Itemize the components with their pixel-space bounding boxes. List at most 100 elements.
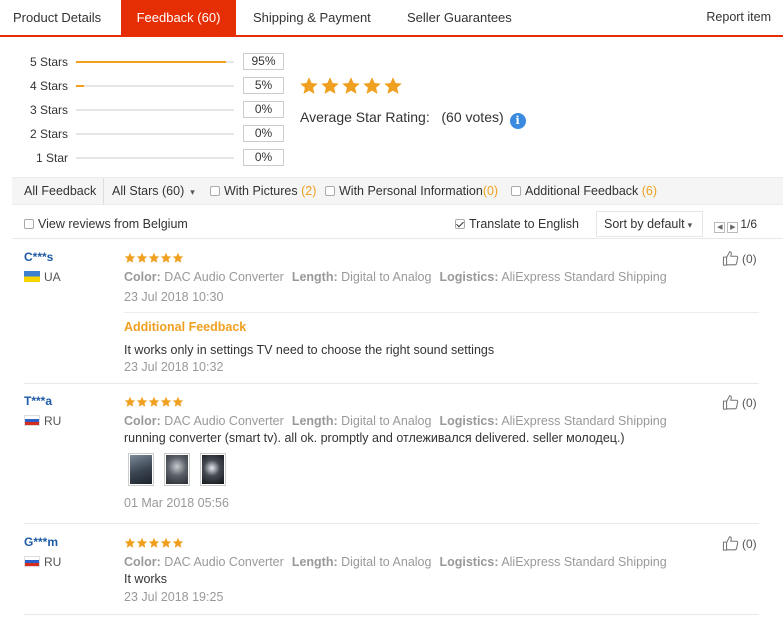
length-attr-label: Length: — [291, 270, 338, 284]
prev-page-icon[interactable]: ◀ — [714, 222, 726, 233]
star-icon — [148, 537, 160, 549]
with-pictures-label: With Pictures — [224, 184, 298, 198]
reviewer-country: RU — [24, 414, 61, 428]
color-attr-label: Color: — [124, 270, 161, 284]
next-page-icon[interactable]: ▶ — [727, 222, 739, 233]
helpful-button[interactable]: (0) — [722, 394, 757, 410]
translate-option[interactable]: Translate to English — [455, 210, 579, 238]
rating-label: 1 Star — [35, 151, 68, 165]
review-item: C***s UA Color: DAC Audio Converter Lengt… — [24, 250, 759, 380]
feedback-filter-bar: All Feedback All Stars (60) ▾ With Pictur… — [12, 177, 783, 205]
length-attr-label: Length: — [291, 555, 338, 569]
helpful-count: (0) — [742, 537, 757, 551]
checkbox[interactable] — [325, 186, 335, 196]
star-icon — [124, 252, 136, 264]
length-attr-value: Digital to Analog — [341, 270, 432, 284]
additional-feedback-text: It works only in settings TV need to cho… — [124, 343, 495, 357]
tab-feedback[interactable]: Feedback (60) — [121, 0, 236, 35]
tab-shipping-payment[interactable]: Shipping & Payment — [253, 0, 371, 35]
rating-label: 3 Stars — [29, 103, 68, 117]
additional-feedback-filter[interactable]: Additional Feedback (6) — [511, 178, 657, 204]
star-icon — [299, 76, 319, 96]
review-photo-thumbnail[interactable] — [128, 453, 154, 486]
country-code: UA — [44, 270, 61, 284]
checkbox-checked[interactable] — [455, 219, 465, 229]
star-icon — [160, 537, 172, 549]
rating-label: 5 Stars — [29, 55, 68, 69]
chevron-down-icon: ▾ — [190, 187, 195, 197]
color-attr-value: DAC Audio Converter — [164, 270, 284, 284]
star-icon — [341, 76, 361, 96]
star-icon — [124, 396, 136, 408]
logistics-attr-label: Logistics: — [439, 414, 499, 428]
rating-row[interactable]: 3 Stars 0% — [0, 100, 300, 120]
color-attr-label: Color: — [124, 414, 161, 428]
length-attr-label: Length: — [291, 414, 338, 428]
star-icon — [320, 76, 340, 96]
with-pictures-filter[interactable]: With Pictures (2) — [210, 178, 316, 204]
rating-percent: 0% — [243, 125, 284, 142]
all-stars-dropdown[interactable]: All Stars (60) ▾ — [103, 178, 195, 205]
star-icon — [160, 252, 172, 264]
sort-label: Sort by default — [604, 217, 685, 231]
rating-row[interactable]: 1 Star 0% — [0, 148, 300, 168]
average-rating: Average Star Rating: (60 votes) i — [300, 108, 526, 129]
russia-flag-icon — [24, 556, 40, 567]
star-icon — [172, 396, 184, 408]
view-belgium-option[interactable]: View reviews from Belgium — [24, 210, 188, 238]
rating-percent: 95% — [243, 53, 284, 70]
color-attr-label: Color: — [124, 555, 161, 569]
tab-bar: Product Details Feedback (60) Shipping &… — [0, 0, 783, 37]
star-icon — [172, 537, 184, 549]
star-icon — [136, 396, 148, 408]
review-photos — [124, 453, 244, 488]
sort-dropdown[interactable]: Sort by default ▾ — [596, 211, 703, 237]
checkbox[interactable] — [24, 219, 34, 229]
tab-seller-guarantees[interactable]: Seller Guarantees — [407, 0, 512, 35]
rating-row[interactable]: 4 Stars 5% — [0, 76, 300, 96]
review-attributes: Color: DAC Audio Converter Length: Digita… — [124, 555, 667, 569]
review-stars — [124, 252, 184, 264]
report-item-link[interactable]: Report item — [706, 0, 771, 35]
reviewer-name[interactable]: T***a — [24, 394, 52, 408]
reviewer-country: UA — [24, 270, 61, 284]
star-icon — [383, 76, 403, 96]
helpful-button[interactable]: (0) — [722, 535, 757, 551]
additional-feedback-count: (6) — [641, 184, 658, 198]
info-icon[interactable]: i — [509, 113, 526, 129]
helpful-count: (0) — [742, 396, 757, 410]
thumbs-up-icon — [722, 535, 740, 551]
translate-label: Translate to English — [469, 217, 580, 231]
star-icon — [136, 537, 148, 549]
checkbox[interactable] — [511, 186, 521, 196]
view-belgium-label: View reviews from Belgium — [38, 217, 188, 231]
helpful-button[interactable]: (0) — [722, 250, 757, 266]
logistics-attr-value: AliExpress Standard Shipping — [501, 270, 667, 284]
review-item: T***a RU Color: DAC Audio Converter Lengt… — [24, 394, 759, 516]
pagination: ◀ ▶ 1/6 — [714, 210, 757, 238]
color-attr-value: DAC Audio Converter — [164, 555, 284, 569]
checkbox[interactable] — [210, 186, 220, 196]
with-personal-info-filter[interactable]: With Personal Information(0) — [325, 178, 498, 204]
votes-count: (60 votes) — [441, 109, 504, 125]
review-photo-thumbnail[interactable] — [164, 453, 190, 486]
with-personal-count: (0) — [482, 184, 499, 198]
additional-feedback-label: Additional Feedback — [525, 184, 639, 198]
all-feedback-filter[interactable]: All Feedback — [24, 178, 96, 204]
logistics-attr-value: AliExpress Standard Shipping — [501, 555, 667, 569]
logistics-attr-label: Logistics: — [439, 270, 499, 284]
rating-row[interactable]: 5 Stars 95% — [0, 52, 300, 72]
reviewer-name[interactable]: C***s — [24, 250, 53, 264]
country-code: RU — [44, 414, 62, 428]
additional-feedback-heading: Additional Feedback — [124, 320, 247, 334]
star-icon — [124, 537, 136, 549]
star-icon — [148, 252, 160, 264]
review-date: 01 Mar 2018 05:56 — [124, 496, 229, 510]
reviewer-name[interactable]: G***m — [24, 535, 58, 549]
review-photo-thumbnail[interactable] — [200, 453, 226, 486]
divider — [12, 238, 783, 239]
rating-label: 4 Stars — [29, 79, 68, 93]
tab-product-details[interactable]: Product Details — [13, 0, 101, 35]
rating-row[interactable]: 2 Stars 0% — [0, 124, 300, 144]
review-date: 23 Jul 2018 10:30 — [124, 290, 224, 304]
